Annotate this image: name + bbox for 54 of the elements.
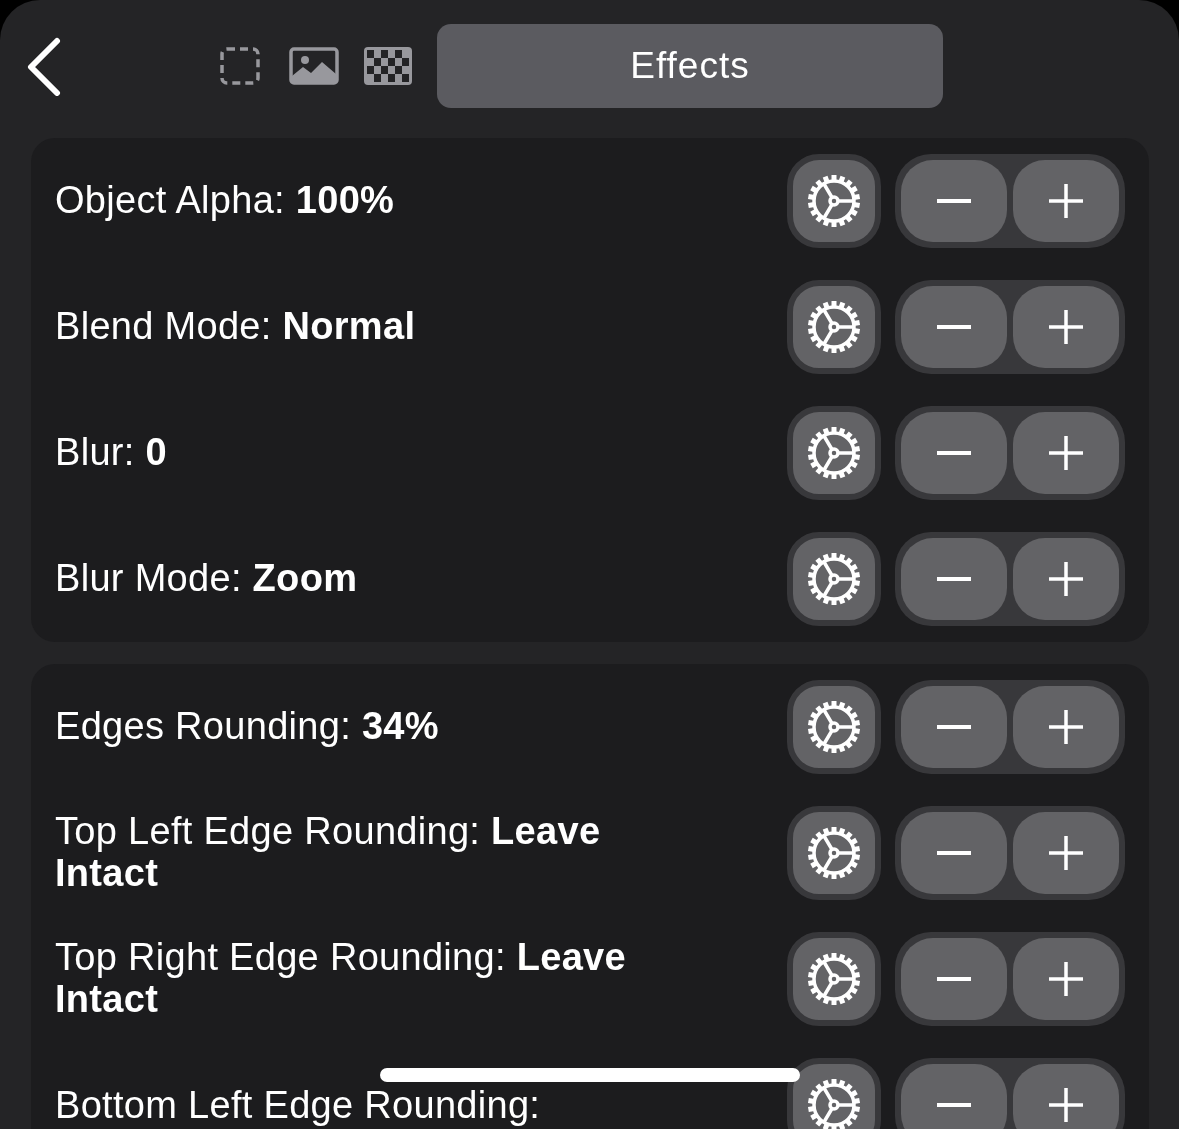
increment-button[interactable] — [1013, 938, 1119, 1020]
increment-button[interactable] — [1013, 538, 1119, 620]
gear-icon — [806, 551, 862, 607]
gear-icon — [806, 173, 862, 229]
settings-button[interactable] — [787, 154, 881, 248]
settings-button[interactable] — [787, 280, 881, 374]
plus-icon — [1049, 310, 1083, 344]
settings-button[interactable] — [787, 406, 881, 500]
gear-icon — [806, 951, 862, 1007]
checkerboard-icon — [364, 47, 412, 85]
settings-button[interactable] — [787, 932, 881, 1026]
minus-icon — [937, 976, 971, 982]
minus-icon — [937, 1102, 971, 1108]
gear-icon — [806, 825, 862, 881]
tab[interactable]: Effects — [437, 24, 943, 108]
setting-label: Top Right Edge Rounding: Leave Intact — [55, 937, 627, 1021]
setting-label: Blur: 0 — [55, 432, 167, 474]
setting-label: Blend Mode: Normal — [55, 306, 416, 348]
settings-button[interactable] — [787, 680, 881, 774]
increment-button[interactable] — [1013, 1064, 1119, 1129]
settings-button[interactable] — [787, 1058, 881, 1129]
settings-button[interactable] — [787, 532, 881, 626]
plus-icon — [1049, 436, 1083, 470]
increment-button[interactable] — [1013, 412, 1119, 494]
tab[interactable] — [363, 45, 413, 87]
increment-button[interactable] — [1013, 160, 1119, 242]
selection-icon — [220, 47, 260, 85]
minus-icon — [937, 576, 971, 582]
increment-button[interactable] — [1013, 286, 1119, 368]
setting-label: Top Left Edge Rounding: Leave Intact — [55, 811, 602, 895]
gear-icon — [806, 699, 862, 755]
plus-icon — [1049, 1088, 1083, 1122]
minus-icon — [937, 324, 971, 330]
increment-button[interactable] — [1013, 686, 1119, 768]
gear-icon — [806, 1077, 862, 1129]
minus-icon — [937, 198, 971, 204]
plus-icon — [1049, 184, 1083, 218]
gear-icon — [806, 425, 862, 481]
gear-icon — [806, 299, 862, 355]
minus-icon — [937, 450, 971, 456]
tab[interactable] — [289, 45, 339, 87]
setting-label: Bottom Left Edge Rounding: — [55, 1086, 541, 1124]
plus-icon — [1049, 710, 1083, 744]
image-icon — [289, 47, 339, 85]
minus-icon — [937, 724, 971, 730]
increment-button[interactable] — [1013, 812, 1119, 894]
setting-label: Blur Mode: Zoom — [55, 558, 358, 600]
setting-label: Edges Rounding: 34% — [55, 706, 439, 748]
plus-icon — [1049, 562, 1083, 596]
plus-icon — [1049, 962, 1083, 996]
minus-icon — [937, 850, 971, 856]
plus-icon — [1049, 836, 1083, 870]
settings-button[interactable] — [787, 806, 881, 900]
setting-label: Object Alpha: 100% — [55, 180, 395, 222]
